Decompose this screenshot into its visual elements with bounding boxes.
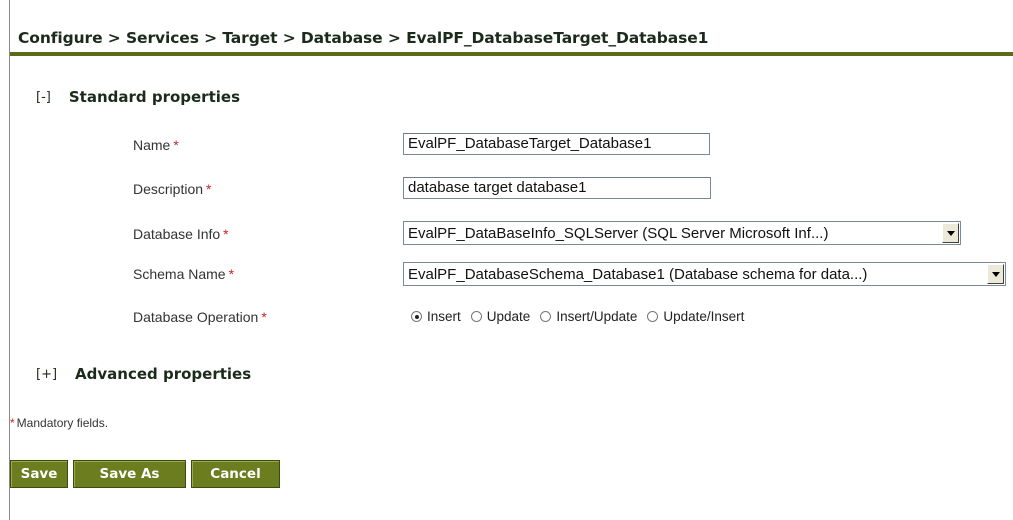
dropdown-button[interactable] (942, 223, 959, 243)
breadcrumb: Configure > Services > Target > Database… (18, 29, 709, 47)
database-operation-radio-group: Insert Update Insert/Update Update/Inser… (411, 309, 754, 324)
database-info-label: Database Info * (133, 226, 229, 242)
section-standard-properties: [-] Standard properties (36, 88, 240, 106)
database-operation-label: Database Operation * (133, 309, 267, 325)
schema-name-select[interactable]: EvalPF_DatabaseSchema_Database1 (Databas… (403, 262, 1006, 286)
description-input[interactable]: database target database1 (403, 177, 711, 199)
required-marker: * (173, 137, 179, 153)
chevron-down-icon (991, 271, 1000, 277)
section-title: Standard properties (68, 88, 240, 106)
radio-update-insert[interactable]: Update/Insert (647, 309, 744, 324)
name-label: Name * (133, 137, 179, 153)
save-button[interactable]: Save (10, 460, 68, 488)
radio-insert-update[interactable]: Insert/Update (540, 309, 637, 324)
collapse-toggle[interactable]: [-] (36, 90, 51, 105)
required-marker: * (261, 309, 267, 325)
radio-update[interactable]: Update (470, 309, 530, 324)
dropdown-button[interactable] (987, 264, 1004, 284)
database-info-value: EvalPF_DataBaseInfo_SQLServer (SQL Serve… (408, 224, 829, 242)
section-title: Advanced properties (75, 365, 252, 383)
section-advanced-properties: [+] Advanced properties (36, 365, 251, 383)
page-frame (9, 0, 1013, 520)
required-marker: * (10, 416, 15, 430)
chevron-down-icon (946, 230, 955, 236)
mandatory-note: * Mandatory fields. (10, 416, 109, 430)
radio-icon[interactable] (647, 311, 659, 322)
radio-icon[interactable] (411, 311, 422, 322)
expand-toggle[interactable]: [+] (36, 367, 57, 382)
required-marker: * (206, 181, 212, 197)
radio-icon[interactable] (540, 311, 552, 322)
radio-icon[interactable] (470, 311, 482, 322)
cancel-button[interactable]: Cancel (191, 460, 280, 488)
required-marker: * (228, 266, 235, 282)
title-divider (10, 52, 1013, 56)
schema-name-value: EvalPF_DatabaseSchema_Database1 (Databas… (408, 265, 868, 283)
action-buttons: Save Save As Cancel (10, 460, 285, 488)
description-label: Description * (133, 181, 212, 197)
radio-insert[interactable]: Insert (411, 309, 461, 324)
required-marker: * (223, 226, 229, 242)
name-input[interactable]: EvalPF_DatabaseTarget_Database1 (403, 133, 710, 155)
schema-name-label: Schema Name * (133, 266, 235, 282)
database-info-select[interactable]: EvalPF_DataBaseInfo_SQLServer (SQL Serve… (403, 221, 961, 245)
save-as-button[interactable]: Save As (73, 460, 186, 488)
